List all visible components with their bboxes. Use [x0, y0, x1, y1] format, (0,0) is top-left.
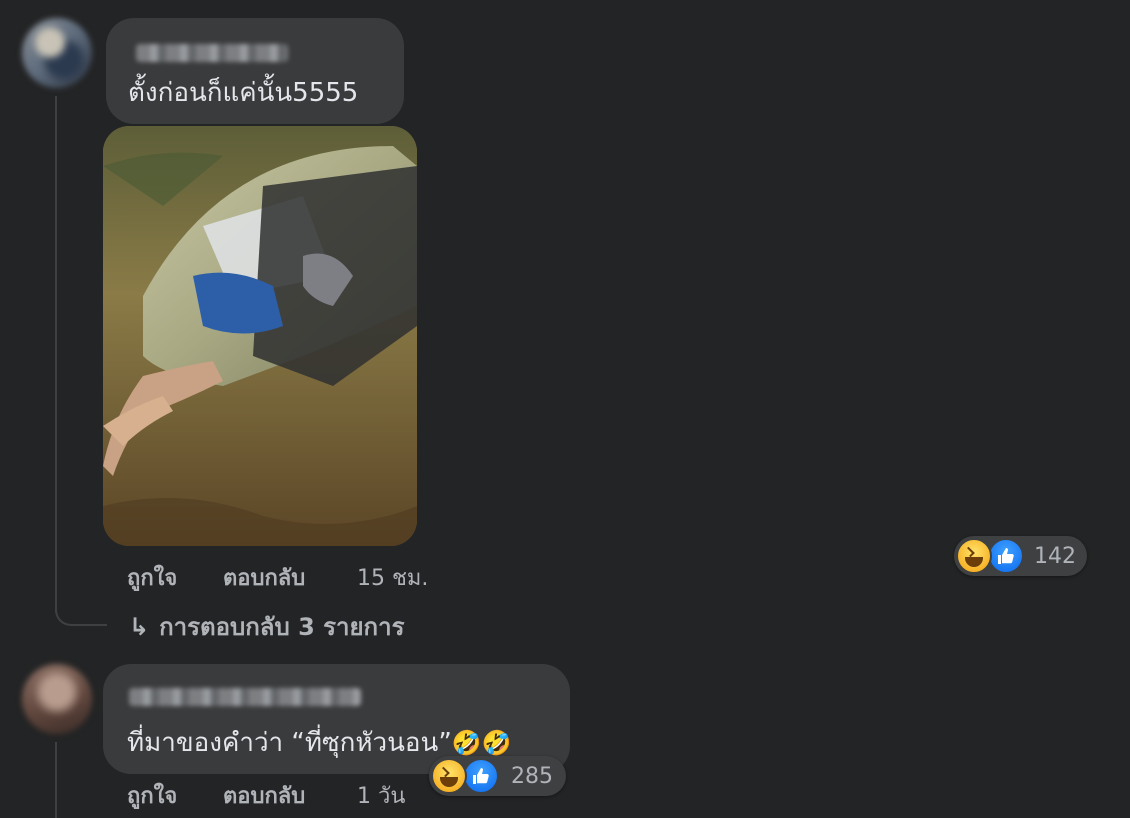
rofl-emoji: 🤣🤣	[451, 729, 512, 757]
like-icon	[463, 758, 499, 794]
comment-text: ตั้งก่อนก็แค่นั้น5555	[128, 78, 359, 108]
avatar[interactable]	[22, 18, 92, 88]
author-name-blurred[interactable]	[129, 688, 361, 706]
thread-connector-line	[55, 96, 57, 612]
comment-text-body: ที่มาของคำว่า “ที่ซุกหัวนอน”	[127, 728, 452, 758]
reply-button[interactable]: ตอบกลับ	[223, 778, 305, 813]
haha-icon	[431, 758, 467, 794]
author-name-blurred[interactable]	[136, 44, 288, 62]
replies-label: การตอบกลับ 3 รายการ	[159, 613, 405, 641]
thread-connector-curve	[55, 596, 107, 626]
view-replies-link[interactable]: ↳ การตอบกลับ 3 รายการ	[129, 607, 404, 646]
like-button[interactable]: ถูกใจ	[127, 778, 177, 813]
reply-arrow-icon: ↳	[129, 613, 150, 641]
reaction-summary[interactable]: 285	[429, 756, 566, 796]
timestamp[interactable]: 15 ชม.	[357, 560, 428, 595]
timestamp[interactable]: 1 วัน	[357, 778, 405, 813]
like-icon	[988, 538, 1024, 574]
reaction-count: 142	[1034, 544, 1076, 569]
thread-connector-line	[55, 742, 57, 818]
reaction-count: 285	[511, 764, 553, 789]
comment-thread: ตั้งก่อนก็แค่นั้น5555 ถูกใจ ตอบกลับ 15 ช…	[0, 0, 1130, 818]
like-button[interactable]: ถูกใจ	[127, 560, 177, 595]
haha-icon	[956, 538, 992, 574]
reply-button[interactable]: ตอบกลับ	[223, 560, 305, 595]
comment-bubble: ตั้งก่อนก็แค่นั้น5555	[106, 18, 404, 124]
comment-photo[interactable]	[103, 126, 417, 546]
avatar[interactable]	[22, 664, 92, 734]
reaction-summary[interactable]: 142	[954, 536, 1087, 576]
photo-image	[103, 126, 417, 546]
